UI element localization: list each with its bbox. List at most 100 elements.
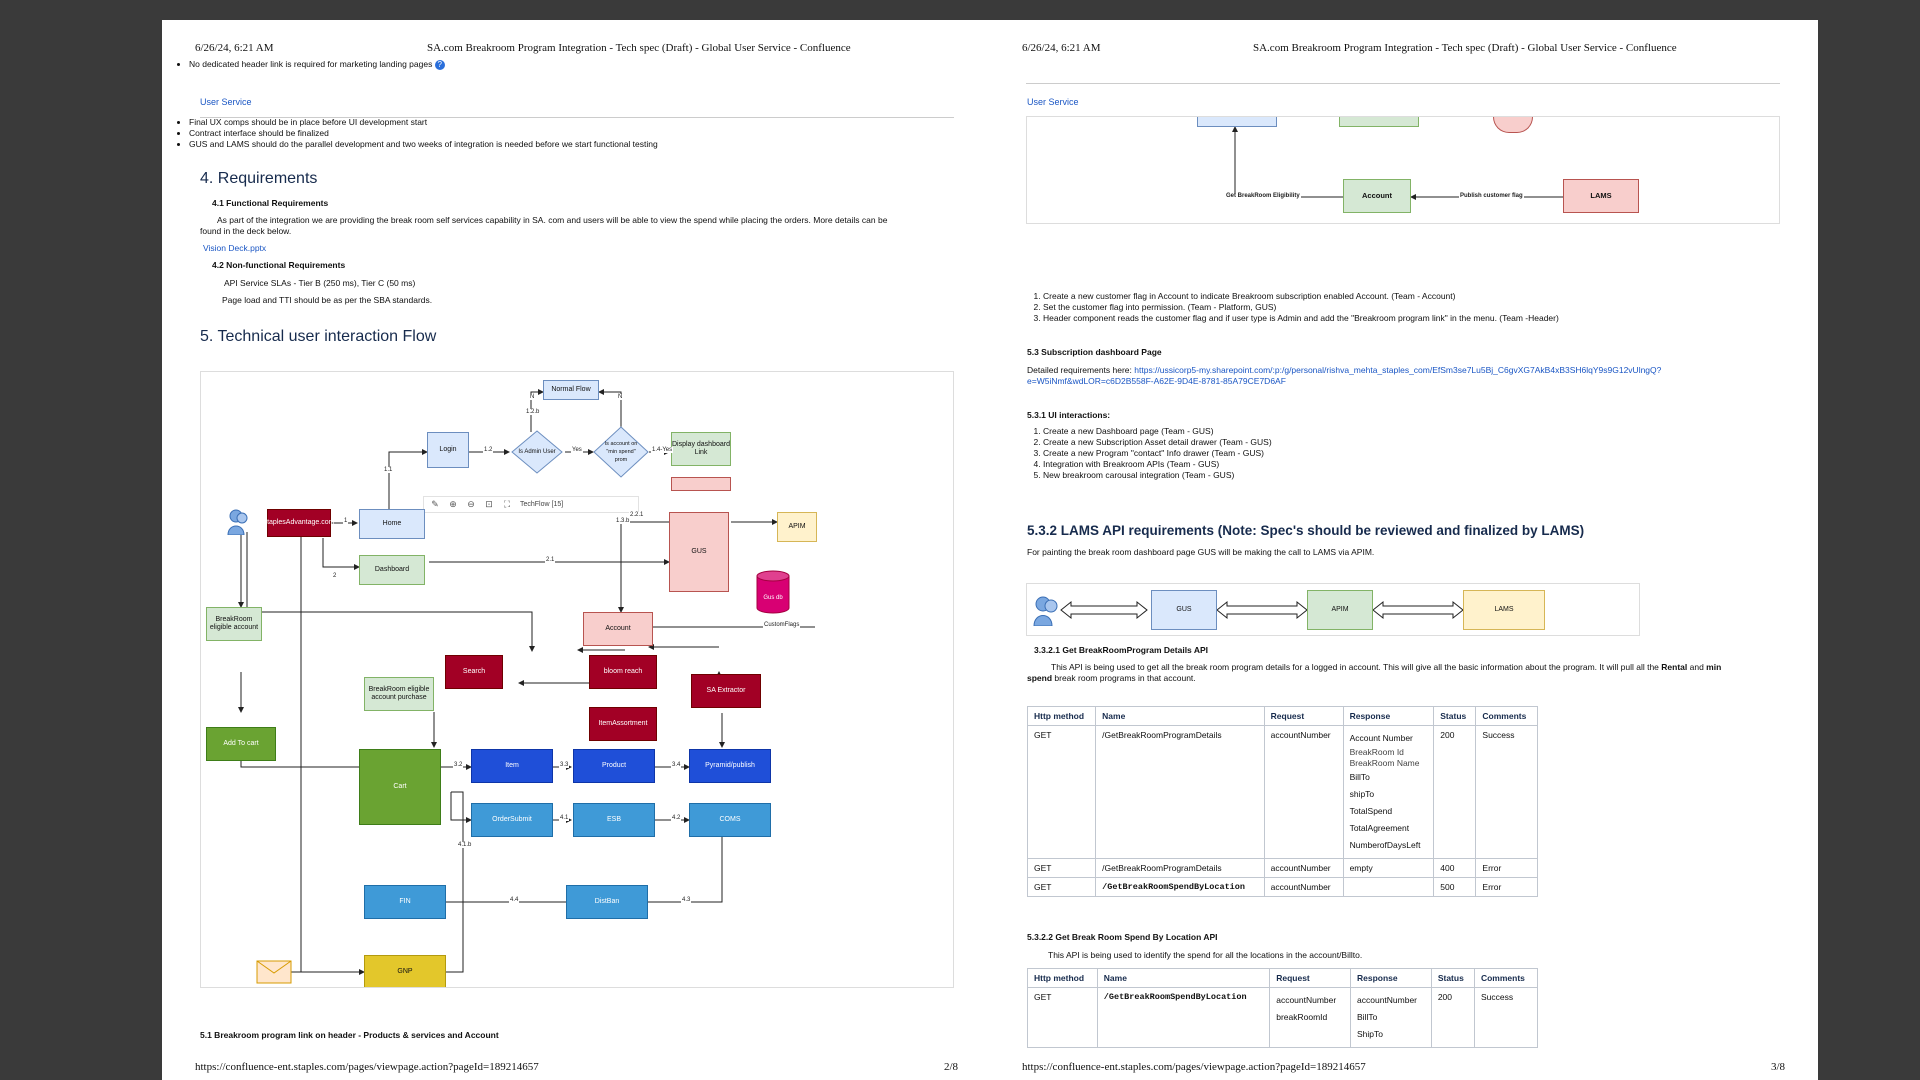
node-item[interactable]: Item <box>471 749 553 783</box>
details-text-1: This API is being used to get all the br… <box>1051 662 1722 672</box>
node-order-submit[interactable]: OrderSubmit <box>471 803 553 837</box>
node-partial-green[interactable] <box>1339 117 1419 127</box>
column-header: Status <box>1433 706 1477 726</box>
node-gus-db[interactable]: Gus db <box>756 570 790 614</box>
ui-steps-list: Create a new Dashboard page (Team - GUS)… <box>1016 426 1272 481</box>
list-item: GUS and LAMS should do the parallel deve… <box>189 139 658 150</box>
column-header: Http method <box>1027 968 1098 988</box>
node-apim[interactable]: APIM <box>777 512 817 542</box>
edge-label: 3.2 <box>453 762 464 768</box>
spend-api-table: Http method Name Request Response Status… <box>1027 968 1539 1048</box>
node-login[interactable]: Login <box>427 432 469 468</box>
node-item-assortment[interactable]: ItemAssortment <box>589 707 657 741</box>
node-esb[interactable]: ESB <box>573 803 655 837</box>
envelope-icon <box>256 960 292 984</box>
edge-label: 2 <box>332 573 338 579</box>
edge-label: 2.1 <box>545 557 556 563</box>
node-account[interactable]: Account <box>583 612 653 646</box>
functional-text-2: found in the deck below. <box>200 226 292 236</box>
node-gnp[interactable]: GNP <box>364 955 446 987</box>
node-normal-flow[interactable]: Normal Flow <box>543 380 599 400</box>
node-bloom-reach[interactable]: bloom reach <box>589 655 657 689</box>
list-item: Contract interface should be finalized <box>189 128 658 139</box>
requirements-heading: 4. Requirements <box>200 170 318 187</box>
table-cell: GET <box>1026 877 1097 897</box>
detailed-req-link[interactable]: https://ussicorp5-my.sharepoint.com/:p:/… <box>1134 365 1661 375</box>
node-account-in-prom[interactable]: Is account on "min spend" prom <box>593 426 649 478</box>
top-bullet-list: No dedicated header link is required for… <box>162 59 445 70</box>
node-partial-blue[interactable] <box>1197 117 1277 127</box>
tech-flow-diagram[interactable]: Normal Flow Login Is Admin User Is accou… <box>200 371 954 988</box>
table-cell: accountNumber <box>1263 725 1344 859</box>
nonfunctional-item: API Service SLAs - Tier B (250 ms), Tier… <box>224 278 416 288</box>
user-actor-icon <box>227 509 249 536</box>
node-product[interactable]: Product <box>573 749 655 783</box>
edit-icon[interactable]: ✎ <box>430 499 440 510</box>
table-row: GET /GetBreakRoomProgramDetails accountN… <box>1026 725 1538 859</box>
detailed-req-link-cont[interactable]: e=W5iNmf&wdLOR=c6D2B558F-A62E-9D4E-8781-… <box>1027 376 1286 386</box>
footer-url: https://confluence-ent.staples.com/pages… <box>1022 1061 1366 1073</box>
edge-label: N <box>529 394 536 400</box>
node-distrib[interactable]: DistBan <box>566 885 648 919</box>
header-date: 6/26/24, 6:21 AM <box>195 42 274 54</box>
zoom-in-icon[interactable]: ⊕ <box>448 499 458 510</box>
node-gus[interactable]: GUS <box>669 512 729 592</box>
edge-label: 3.4 <box>671 762 682 768</box>
bullet-list: Final UX comps should be in place before… <box>162 117 658 150</box>
table-header-row: Http method Name Request Response Status… <box>1027 968 1539 988</box>
node-add-to-cart[interactable]: Add To cart <box>206 727 276 761</box>
node-search[interactable]: Search <box>445 655 503 689</box>
table-cell: /GetBreakRoomSpendByLocation <box>1095 877 1265 897</box>
lams-flow-diagram[interactable]: GUS APIM LAMS <box>1026 583 1640 636</box>
node-lams[interactable]: LAMS <box>1563 179 1639 213</box>
header-title: SA.com Breakroom Program Integration - T… <box>427 42 851 54</box>
node-breakroom-eligible[interactable]: BreakRoom eligible account <box>206 607 262 641</box>
list-item: Set the customer flag into permission. (… <box>1043 302 1559 313</box>
footer-url: https://confluence-ent.staples.com/pages… <box>195 1061 539 1073</box>
node-display-dashboard[interactable]: Display dashboard Link <box>671 432 731 466</box>
node-home[interactable]: Home <box>359 509 425 539</box>
node-dashboard[interactable]: Dashboard <box>359 555 425 585</box>
node-apim[interactable]: APIM <box>1307 590 1373 630</box>
edge-label: 1.2 <box>483 447 494 453</box>
section-5-3-2-heading: 5.3.2 LAMS API requirements (Note: Spec'… <box>1027 523 1585 538</box>
edge-label: 4.3 <box>681 897 692 903</box>
node-gus[interactable]: GUS <box>1151 590 1217 630</box>
zoom-out-icon[interactable]: ⊖ <box>466 499 476 510</box>
edge-label: Publish customer flag <box>1459 193 1524 199</box>
vision-deck-link[interactable]: Vision Deck.pptx <box>203 243 266 253</box>
table-row: GET /GetBreakRoomSpendByLocation account… <box>1027 987 1539 1048</box>
list-item: Final UX comps should be in place before… <box>189 117 658 128</box>
node-pyramid[interactable]: Pyramid/publish <box>689 749 771 783</box>
table-cell: 200 <box>1430 987 1475 1048</box>
node-lams[interactable]: LAMS <box>1463 590 1545 630</box>
table-cell: Success <box>1473 987 1539 1048</box>
column-header: Status <box>1430 968 1475 988</box>
table-cell: GET <box>1027 987 1098 1048</box>
column-header: Http method <box>1026 706 1097 726</box>
node-coms[interactable]: COMS <box>689 803 771 837</box>
node-sa-extractor[interactable]: SA Extractor <box>691 674 761 708</box>
node-fin[interactable]: FIN <box>364 885 446 919</box>
node-is-admin[interactable]: Is Admin User <box>511 430 563 474</box>
node-breakroom-purchase[interactable]: BreakRoom eligible account purchase <box>364 677 434 711</box>
eligibility-diagram[interactable]: Account LAMS Get BreakRoom Eligibility P… <box>1026 116 1780 224</box>
table-cell: 200 <box>1433 725 1477 859</box>
list-item: Header component reads the customer flag… <box>1043 313 1559 324</box>
table-cell: /GetBreakRoomProgramDetails <box>1095 858 1265 878</box>
column-header: Name <box>1096 968 1271 988</box>
fit-icon[interactable]: ⊡ <box>484 499 494 510</box>
section-5-3-heading: 5.3 Subscription dashboard Page <box>1027 347 1162 357</box>
table-cell: Account Number BreakRoom Id BreakRoom Na… <box>1342 725 1435 859</box>
node-pink-partial[interactable] <box>671 477 731 491</box>
node-cart[interactable]: Cart <box>359 749 441 825</box>
user-service-link[interactable]: User Service <box>200 97 252 107</box>
edge-label: 1 <box>343 518 349 524</box>
user-service-link[interactable]: User Service <box>1027 97 1079 107</box>
node-staples-advantage[interactable]: staplesAdvantage.com <box>264 509 334 537</box>
table-cell: Error <box>1475 877 1538 897</box>
lams-intro: For painting the break room dashboard pa… <box>1027 547 1375 557</box>
help-icon[interactable]: ? <box>434 60 445 70</box>
fullscreen-icon[interactable]: ⛶ <box>502 499 512 510</box>
node-account[interactable]: Account <box>1343 179 1411 213</box>
